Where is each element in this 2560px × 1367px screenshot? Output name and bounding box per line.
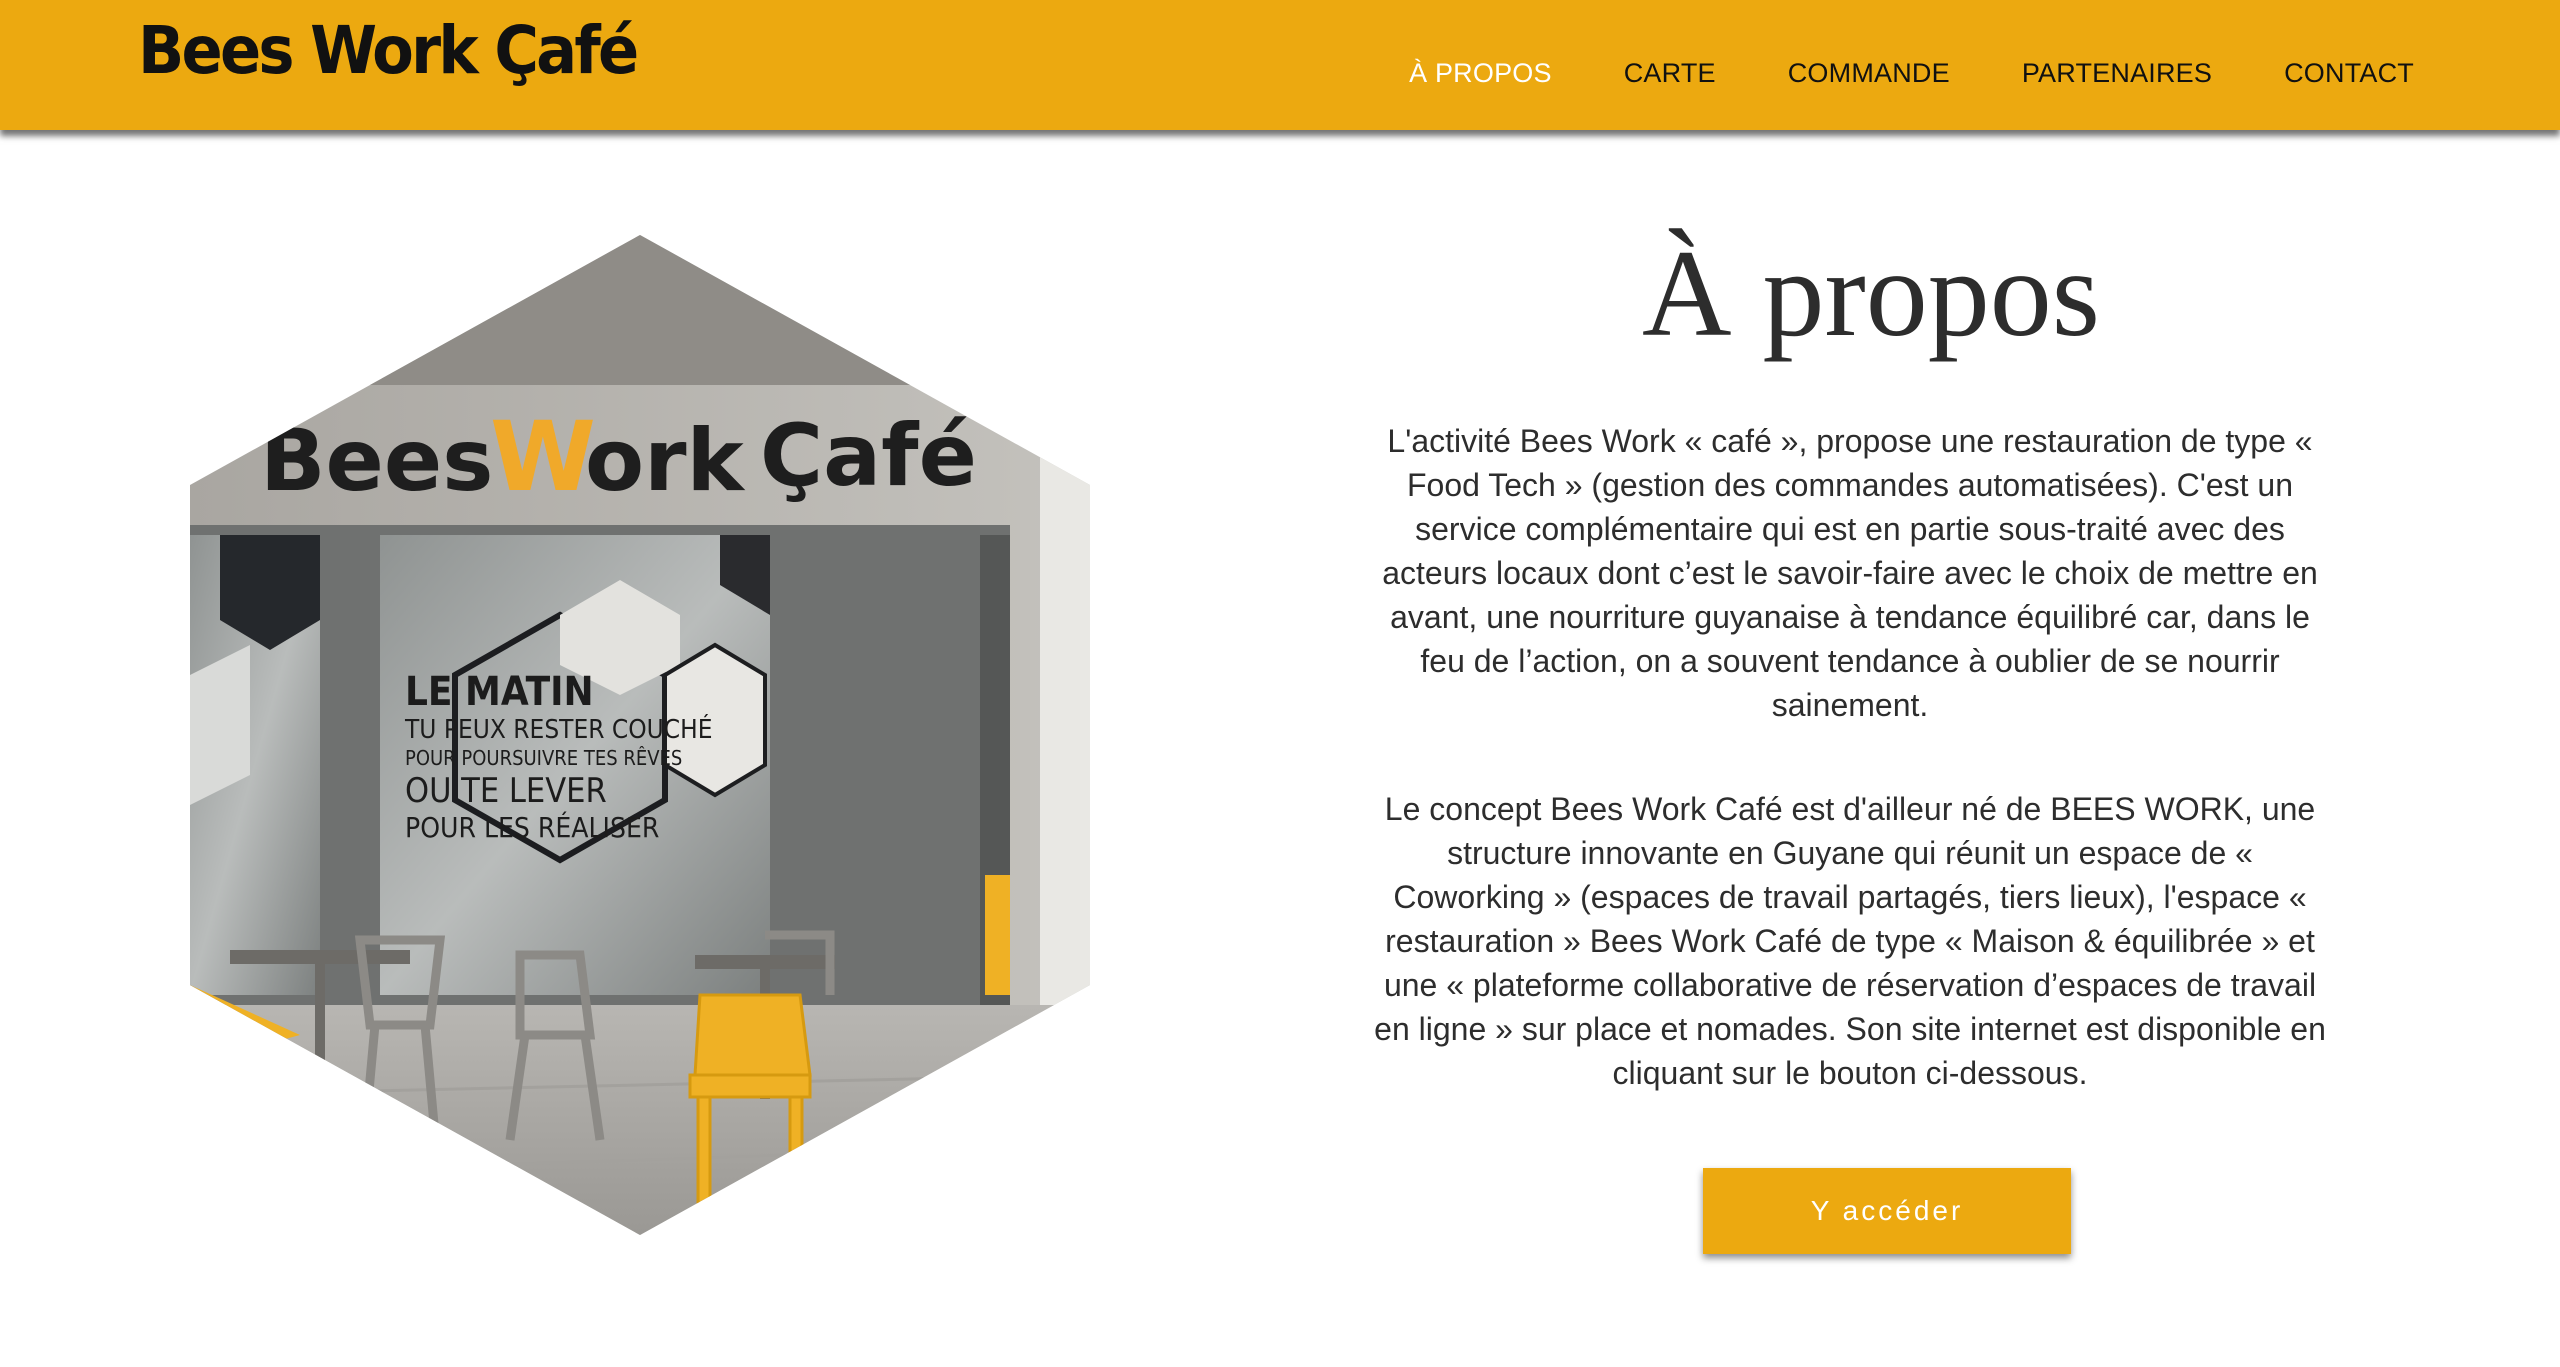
- nav-item-a-propos[interactable]: À PROPOS: [1409, 58, 1552, 89]
- svg-text:POUR POURSUIVRE TES RÊVES: POUR POURSUIVRE TES RÊVES: [405, 746, 682, 770]
- main-nav: À PROPOS CARTE COMMANDE PARTENAIRES CONT…: [1337, 58, 2414, 89]
- about-paragraph-1: L'activité Bees Work « café », propose u…: [1382, 422, 2318, 723]
- nav-item-commande[interactable]: COMMANDE: [1788, 58, 1950, 89]
- nav-item-partenaires[interactable]: PARTENAIRES: [2022, 58, 2212, 89]
- svg-text:TU PEUX RESTER COUCHÉ: TU PEUX RESTER COUCHÉ: [404, 713, 713, 745]
- sign-text: Bees W ork Çafé: [260, 401, 977, 513]
- logo-text: Bees Work Çafé: [138, 12, 639, 89]
- svg-text:W: W: [490, 401, 596, 513]
- svg-text:POUR LES RÉALISER: POUR LES RÉALISER: [405, 810, 659, 844]
- storefront-photo: Bees W ork Çafé LE MATIN TU PEUX RESTER …: [190, 235, 1090, 1235]
- nav-item-contact[interactable]: CONTACT: [2284, 58, 2414, 89]
- access-button[interactable]: Y accéder: [1703, 1168, 2071, 1254]
- page-title: À propos: [1641, 225, 2101, 362]
- site-header: Bees Work Çafé À PROPOS CARTE COMMANDE P…: [0, 0, 2560, 130]
- svg-text:ork: ork: [585, 411, 745, 511]
- about-section: À propos L'activité Bees Work « café », …: [1370, 220, 2330, 1095]
- svg-text:LE MATIN: LE MATIN: [405, 669, 594, 715]
- nav-item-carte[interactable]: CARTE: [1624, 58, 1716, 89]
- svg-text:OU TE LEVER: OU TE LEVER: [405, 771, 607, 811]
- brand-logo[interactable]: Bees Work Çafé: [138, 10, 680, 116]
- svg-text:Bees: Bees: [260, 411, 493, 511]
- about-paragraph-2: Le concept Bees Work Café est d'ailleur …: [1374, 790, 2326, 1091]
- svg-text:Çafé: Çafé: [760, 406, 977, 506]
